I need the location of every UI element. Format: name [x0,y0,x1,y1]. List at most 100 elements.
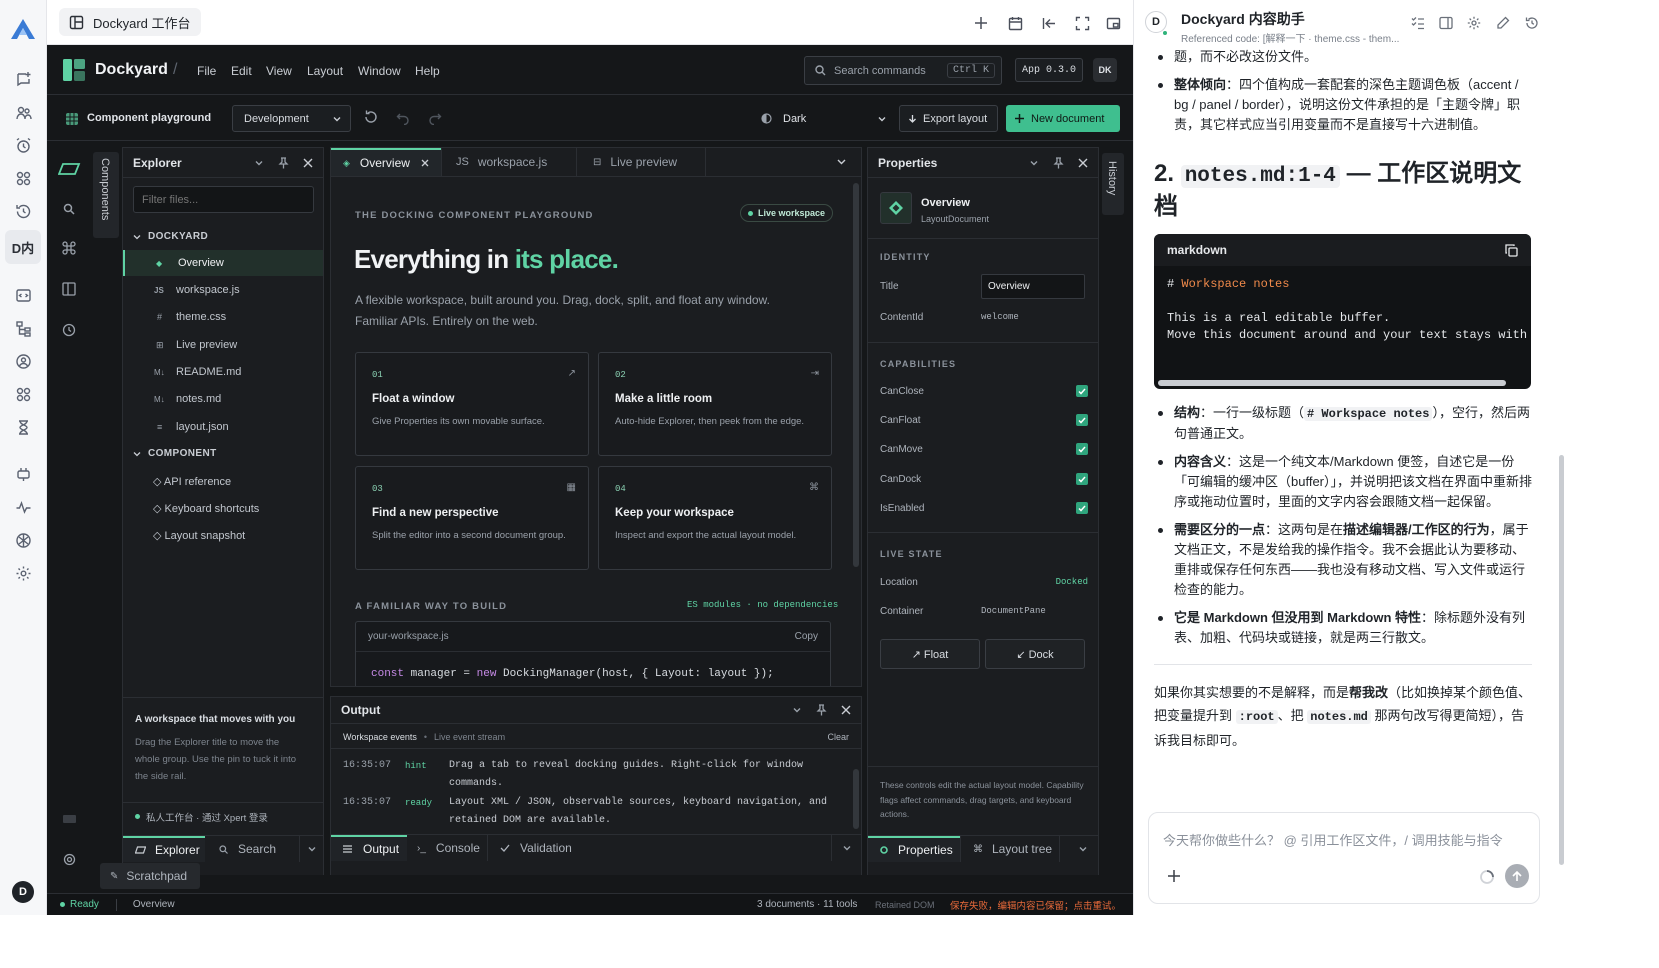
dock-button[interactable]: ↙ Dock [985,639,1085,669]
output-header[interactable]: Output [331,697,861,724]
cap-canclose-row[interactable]: CanClose [880,380,1088,402]
menu-edit[interactable]: Edit [231,64,252,78]
attach-plus-icon[interactable] [1167,869,1181,883]
tab-console[interactable]: ›_ Console [407,835,487,861]
new-chat-icon[interactable] [11,67,35,91]
chevron-down-icon[interactable] [1029,158,1039,168]
scratchpad-tab[interactable]: ✎ Scratchpad [100,863,200,889]
history-icon[interactable] [11,199,35,223]
editor-scrollbar[interactable] [853,183,859,567]
tab-layout-tree[interactable]: ⌘ Layout tree [960,836,1060,862]
undo-icon[interactable] [395,109,411,125]
copy-icon[interactable] [1505,243,1518,257]
calendar-icon[interactable] [1004,12,1026,34]
apps-icon[interactable] [11,166,35,190]
close-icon[interactable] [303,158,313,168]
copy-code-button[interactable]: Copy [795,631,818,642]
pin-icon[interactable] [278,156,289,169]
tab-search[interactable]: Search [211,836,299,862]
tab-workspace-js[interactable]: JS workspace.js [441,148,576,176]
title-input[interactable] [981,273,1085,299]
checkbox-checked-icon[interactable] [1076,502,1088,514]
checkbox-checked-icon[interactable] [1076,414,1088,426]
add-icon[interactable] [970,12,992,34]
environment-select[interactable]: Development [232,105,351,132]
alarm-icon[interactable] [11,133,35,157]
checkbox-checked-icon[interactable] [1076,443,1088,455]
chevron-down-icon[interactable] [254,158,264,168]
redo-icon[interactable] [427,109,443,125]
menu-window[interactable]: Window [358,64,401,78]
card-float-window[interactable]: 01 ↗ Float a window Give Properties its … [355,352,589,456]
fullscreen-icon[interactable] [1071,12,1093,34]
save-error-message[interactable]: 保存失败，编辑内容已保留；点击重试。 [950,898,1121,912]
new-document-button[interactable]: New document [1006,105,1120,132]
component-group-header[interactable]: COMPONENT [133,448,217,459]
command-search[interactable]: Search commands Ctrl K [804,56,1002,85]
workspace-view-icon[interactable] [58,161,82,179]
explorer-header[interactable]: Explorer [123,148,323,178]
export-layout-button[interactable]: Export layout [899,105,998,132]
tree-item-api-reference[interactable]: ◇ API reference [123,468,323,494]
menu-layout[interactable]: Layout [307,64,343,78]
float-button[interactable]: ↗ Float [880,639,980,669]
card-keep-workspace[interactable]: 04 ⌘ Keep your workspace Inspect and exp… [598,466,832,570]
code-icon[interactable] [11,283,35,307]
tree-item-keyboard-shortcuts[interactable]: ◇ Keyboard shortcuts [123,495,323,521]
reload-icon[interactable] [363,109,379,125]
tab-overview[interactable]: ◈ Overview [331,148,441,176]
command-icon[interactable] [62,241,76,255]
referenced-code[interactable]: Referenced code: [解释一下 · theme.css - the… [1181,30,1403,45]
menu-view[interactable]: View [266,64,292,78]
tree-item-layout-json[interactable]: ≡ layout.json [123,414,323,440]
card-little-room[interactable]: 02 ⇥ Make a little room Auto-hide Explor… [598,352,832,456]
dockyard-group-header[interactable]: DOCKYARD [133,231,208,242]
menu-file[interactable]: File [197,64,216,78]
output-scrollbar[interactable] [853,769,859,829]
settings-gear-icon[interactable] [11,561,35,585]
dockyard-app-icon[interactable]: D内 [5,230,41,264]
close-tab-icon[interactable] [421,159,429,167]
tab-properties[interactable]: Properties [868,836,960,862]
tab-output[interactable]: Output [331,835,407,861]
panels-icon[interactable] [62,282,76,296]
user-avatar[interactable]: D [12,881,34,903]
components-side-tab[interactable]: Components [93,152,119,238]
team-icon[interactable] [11,100,35,124]
clear-output-button[interactable]: Clear [827,732,849,742]
terminal-panel-icon[interactable] [63,815,76,823]
cap-canfloat-row[interactable]: CanFloat [880,409,1088,431]
file-filter-input[interactable] [133,186,314,213]
tab-explorer[interactable]: Explorer [123,836,205,862]
tree-item-workspace-js[interactable]: JS workspace.js [123,277,323,303]
hourglass-icon[interactable] [11,415,35,439]
cap-canmove-row[interactable]: CanMove [880,438,1088,460]
tree-item-theme-css[interactable]: # theme.css [123,304,323,330]
picture-in-picture-icon[interactable] [1102,12,1124,34]
cap-isenabled-row[interactable]: IsEnabled [880,497,1088,519]
checkbox-checked-icon[interactable] [1076,385,1088,397]
timer-icon[interactable] [62,323,76,337]
app-tab[interactable]: Dockyard 工作台 [59,8,201,36]
close-icon[interactable] [1078,158,1088,168]
search-icon[interactable] [63,203,75,215]
plugin-icon[interactable] [11,462,35,486]
chat-scrollbar[interactable] [1559,455,1564,865]
settings-gear-icon[interactable] [1467,16,1481,30]
tree-item-readme[interactable]: M↓ README.md [123,359,323,385]
tab-live-preview[interactable]: ⊟ Live preview [576,148,706,176]
activity-icon[interactable] [11,495,35,519]
tree-item-overview[interactable]: ◆ Overview [123,250,323,276]
history-icon[interactable] [1525,16,1539,30]
chat-input[interactable]: 今天帮你做些什么？ @ 引用工作区文件，/ 调用技能与指令 [1163,830,1503,849]
tabs-overflow-button[interactable] [831,835,861,861]
menu-help[interactable]: Help [415,64,440,78]
cap-candock-row[interactable]: CanDock [880,468,1088,490]
sidebar-toggle-icon[interactable] [1439,16,1453,30]
close-icon[interactable] [841,705,851,715]
chevron-down-icon[interactable] [792,705,802,715]
code-scrollbar[interactable] [1158,380,1506,386]
tabs-overflow-button[interactable] [299,836,323,862]
brand-logo-icon[interactable] [10,17,36,41]
gear-icon[interactable] [63,853,76,866]
